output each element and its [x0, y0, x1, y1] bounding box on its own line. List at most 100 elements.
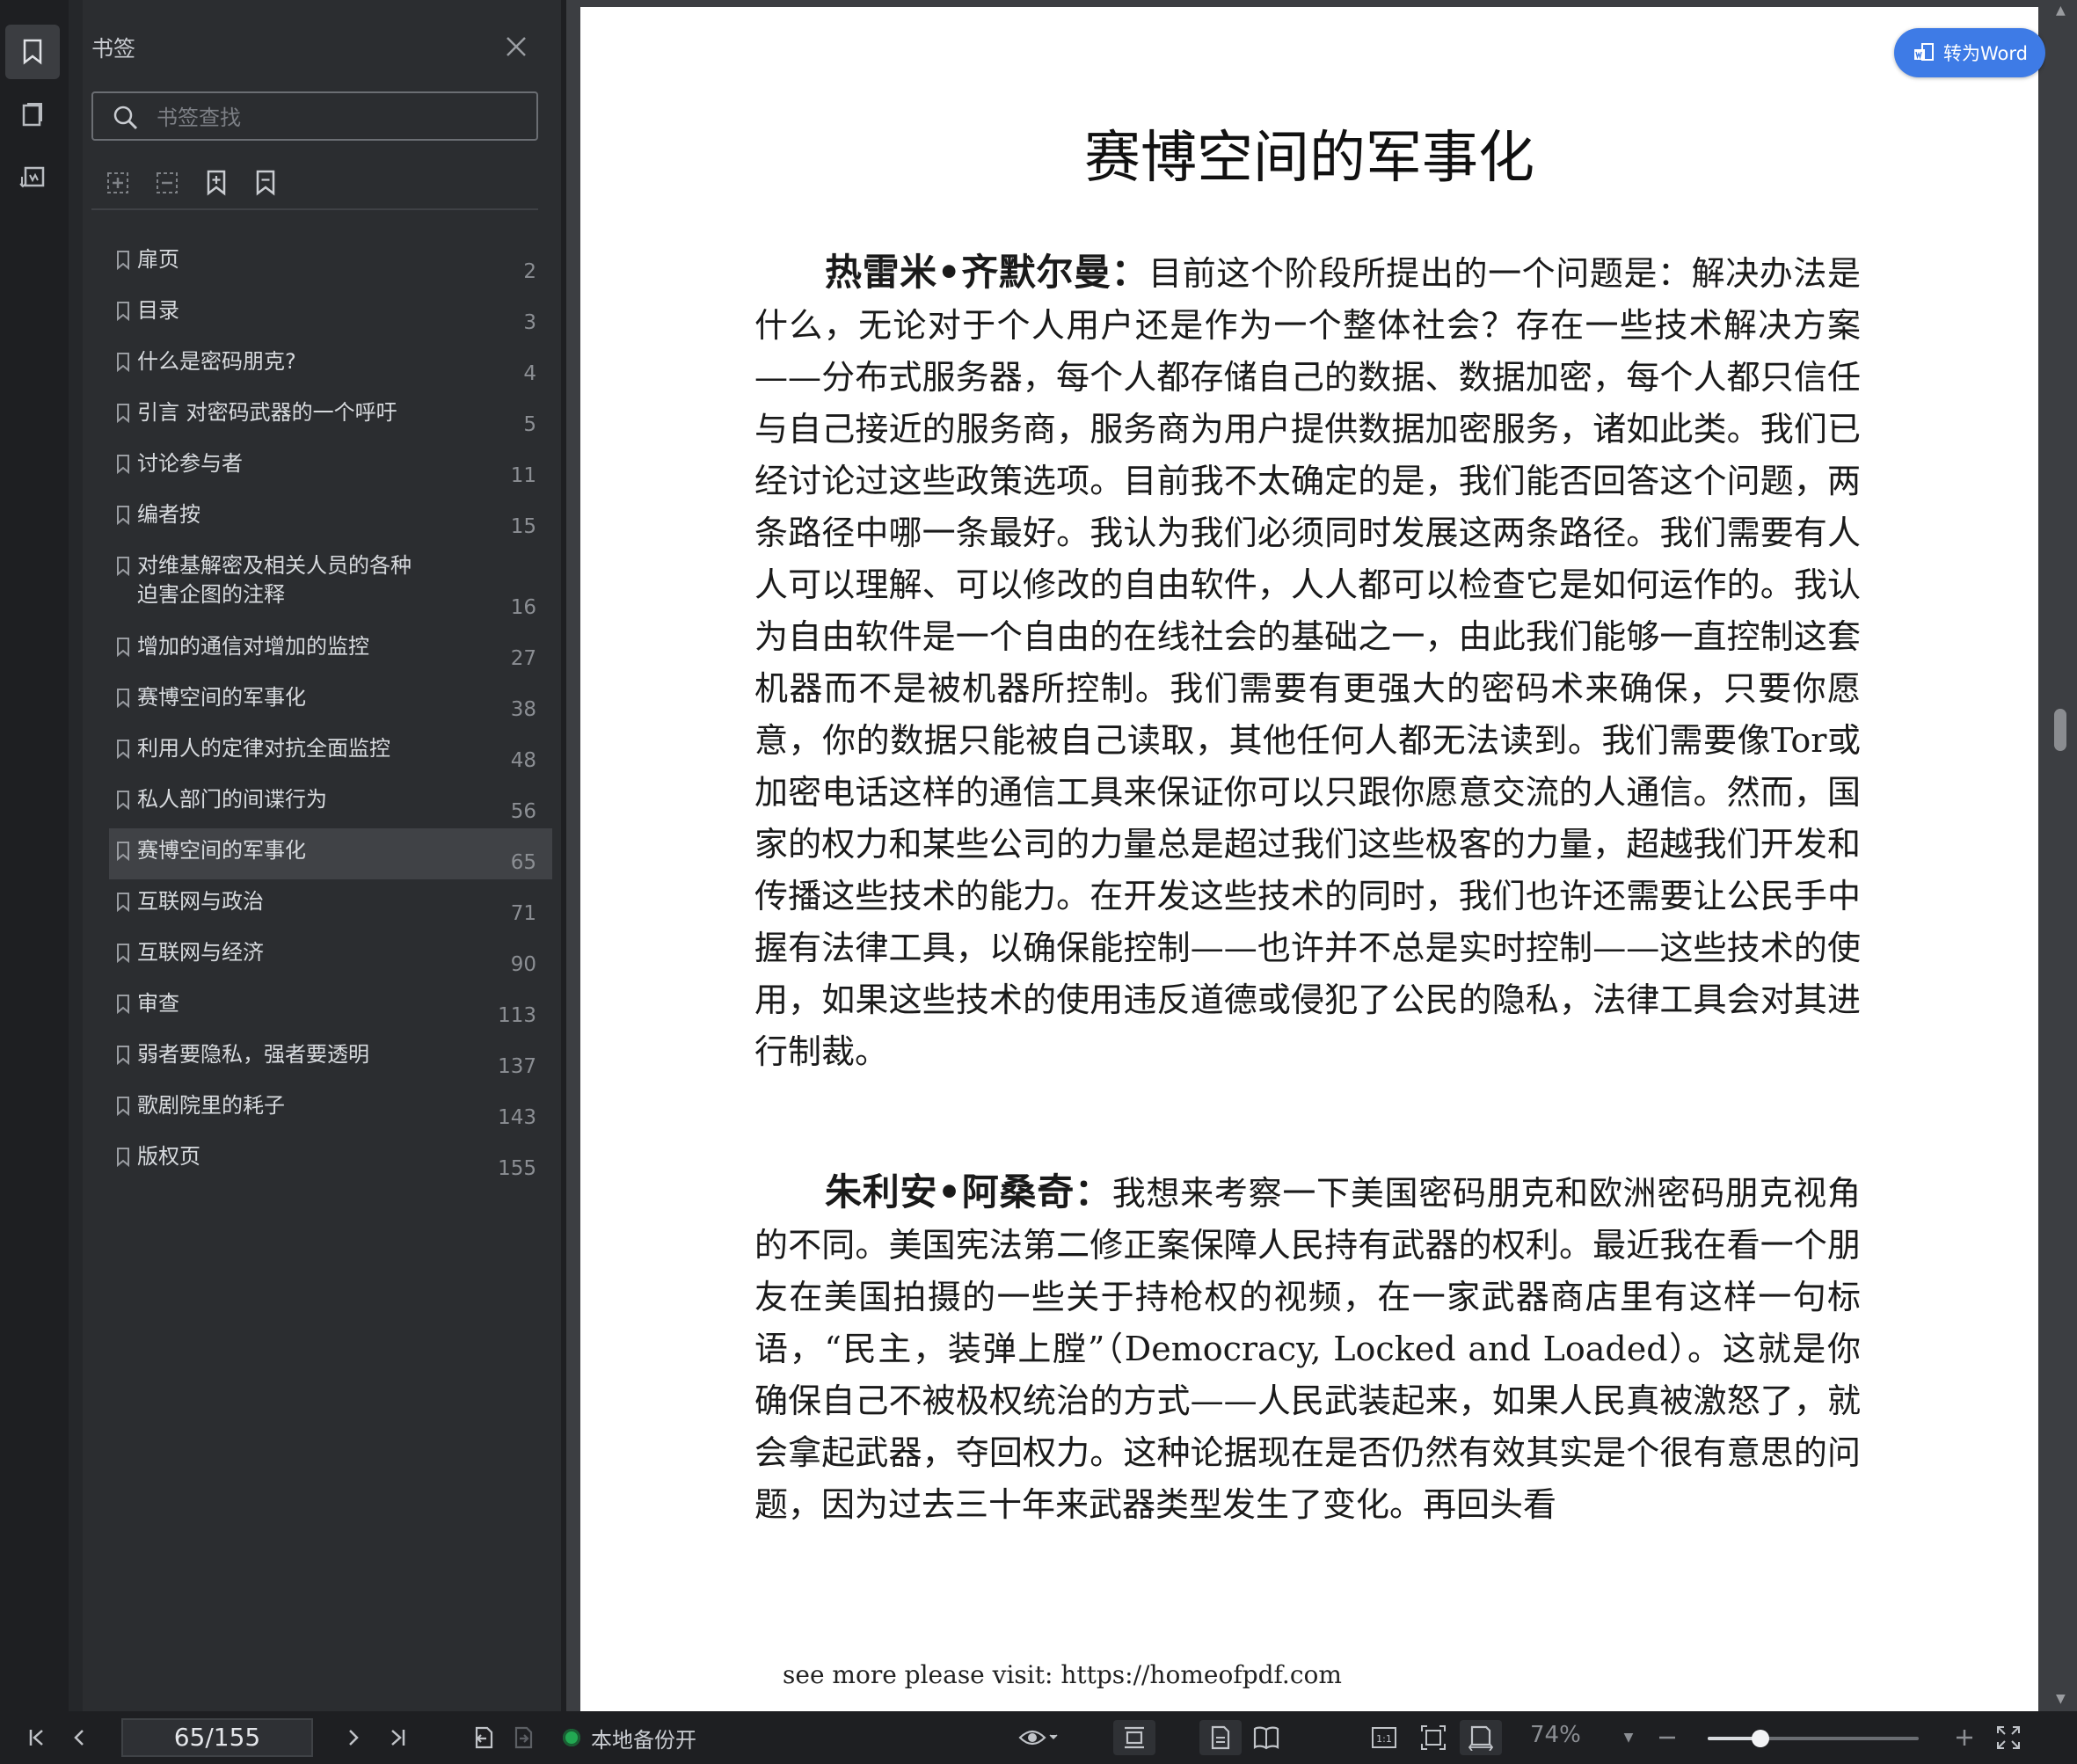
- dual-page-button[interactable]: [1245, 1720, 1287, 1755]
- first-page-icon: [29, 1730, 43, 1746]
- bookmark-page-number: 143: [498, 1106, 536, 1129]
- zoom-out-button[interactable]: [1651, 1720, 1683, 1755]
- bookmark-page-number: 71: [510, 902, 536, 925]
- single-page-icon: [1211, 1725, 1230, 1750]
- paragraph-text: 目前这个阶段所提出的一个问题是：解决办法是什么，无论对于个人用户还是作为一个整体…: [754, 254, 1861, 1071]
- bookmark-item[interactable]: 什么是密码朋克? 4: [109, 339, 552, 390]
- bookmark-icon: [117, 995, 129, 1014]
- fit-page-icon: [1421, 1725, 1446, 1750]
- sidebar-rail: [0, 0, 69, 1711]
- bookmark-label: 互联网与政治: [137, 889, 264, 914]
- add-bookmark-button[interactable]: [200, 167, 232, 199]
- bookmark-label: 目录: [137, 298, 179, 323]
- bookmark-label: 赛博空间的军事化: [137, 685, 306, 710]
- bookmark-item[interactable]: 私人部门的间谍行为 56: [109, 777, 552, 828]
- back-view-button[interactable]: [466, 1720, 498, 1755]
- bookmark-item[interactable]: 版权页 155: [109, 1134, 552, 1185]
- close-panel-button[interactable]: [503, 33, 529, 60]
- bookmark-item[interactable]: 弱者要隐私，强者要透明 137: [109, 1032, 552, 1083]
- bookmark-item[interactable]: 扉页 2: [109, 237, 552, 288]
- scrollbar-thumb[interactable]: [2054, 709, 2066, 751]
- single-page-button[interactable]: [1199, 1720, 1242, 1755]
- bookmark-page-number: 11: [510, 464, 536, 487]
- minus-icon: [1659, 1736, 1675, 1739]
- vertical-scrollbar[interactable]: ▲ ▼: [2045, 0, 2077, 1711]
- bookmark-icon: [117, 740, 129, 759]
- last-page-button[interactable]: [382, 1720, 413, 1755]
- bookmark-page-number: 38: [510, 698, 536, 721]
- bookmark-panel: 书签 扉页 2 目录 3 什么是密码朋克? 4 引言 对密码武器的一个呼吁 5 讨论参与者 11 编…: [83, 0, 561, 1711]
- bookmark-item[interactable]: 利用人的定律对抗全面监控 48: [109, 726, 552, 777]
- bookmark-icon: [117, 302, 129, 321]
- expand-all-button[interactable]: [102, 167, 134, 199]
- bookmark-icon: [23, 39, 42, 65]
- bookmark-item[interactable]: 互联网与政治 71: [109, 879, 552, 930]
- local-backup-status[interactable]: 本地备份开: [563, 1722, 696, 1753]
- forward-view-button[interactable]: [510, 1720, 542, 1755]
- chevron-left-icon: [74, 1730, 84, 1746]
- panel-divider: [91, 208, 538, 210]
- back-view-icon: [475, 1726, 493, 1749]
- next-page-button[interactable]: [338, 1720, 369, 1755]
- bookmark-label: 审查: [137, 991, 179, 1016]
- convert-to-word-label: 转为Word: [1943, 43, 2028, 64]
- remove-bookmark-button[interactable]: [250, 167, 281, 199]
- bookmark-icon: [117, 557, 129, 576]
- bookmark-item[interactable]: 增加的通信对增加的监控 27: [109, 624, 552, 675]
- page-number-input[interactable]: 65/155: [121, 1718, 313, 1757]
- collapse-all-button[interactable]: [151, 167, 183, 199]
- bookmark-label: 赛博空间的军事化: [137, 838, 306, 863]
- speaker-name: 朱利安•阿桑奇：: [825, 1170, 1112, 1214]
- convert-to-word-button[interactable]: 转为Word: [1894, 28, 2045, 77]
- paragraph-1: 热雷米•齐默尔曼：目前这个阶段所提出的一个问题是：解决办法是什么，无论对于个人用…: [754, 246, 1861, 1078]
- fullscreen-button[interactable]: [1993, 1720, 2024, 1755]
- bookmark-item[interactable]: 赛博空间的军事化 38: [109, 675, 552, 726]
- bookmark-icon: [117, 455, 129, 474]
- bookmark-label: 编者按: [137, 502, 200, 527]
- bookmark-label: 利用人的定律对抗全面监控: [137, 736, 390, 761]
- zoom-slider-knob[interactable]: [1752, 1730, 1769, 1747]
- actual-size-button[interactable]: 1:1: [1366, 1720, 1402, 1755]
- previous-page-button[interactable]: [63, 1720, 95, 1755]
- bookmark-search-input[interactable]: [155, 100, 519, 135]
- bookmark-icon: [117, 791, 129, 810]
- zoom-slider[interactable]: [1708, 1730, 1919, 1747]
- bookmark-page-number: 65: [510, 851, 536, 874]
- forward-view-icon: [514, 1726, 533, 1749]
- zoom-level[interactable]: 74%: [1530, 1722, 1581, 1748]
- svg-text:1:1: 1:1: [1376, 1733, 1392, 1745]
- thumbnail-panel-button[interactable]: [5, 88, 60, 142]
- zoom-dropdown[interactable]: ▼: [1618, 1720, 1639, 1755]
- bookmark-item[interactable]: 编者按 15: [109, 492, 552, 543]
- bookmark-item[interactable]: 赛博空间的军事化 65: [109, 828, 552, 879]
- bookmark-label: 弱者要隐私，强者要透明: [137, 1042, 369, 1067]
- collapse-all-icon: [157, 172, 178, 193]
- word-convert-icon: [1914, 43, 1934, 61]
- bookmark-item[interactable]: 歌剧院里的耗子 143: [109, 1083, 552, 1134]
- scroll-up-icon[interactable]: ▲: [2056, 4, 2066, 18]
- bookmark-icon: [117, 842, 129, 861]
- bookmark-item[interactable]: 讨论参与者 11: [109, 441, 552, 492]
- bookmark-panel-button[interactable]: [5, 25, 60, 79]
- fit-width-button[interactable]: [1460, 1720, 1502, 1755]
- annotation-panel-button[interactable]: [5, 151, 60, 206]
- scroll-down-icon[interactable]: ▼: [2056, 1692, 2066, 1706]
- bookmark-page-number: 3: [523, 311, 536, 334]
- bookmark-page-number: 155: [498, 1157, 536, 1180]
- bookmark-item[interactable]: 对维基解密及相关人员的各种 迫害企图的注释 16: [109, 543, 552, 624]
- bookmark-search-box[interactable]: [91, 91, 538, 141]
- bookmark-page-number: 90: [510, 953, 536, 976]
- fit-page-button[interactable]: [1416, 1720, 1451, 1755]
- bookmark-item[interactable]: 目录 3: [109, 288, 552, 339]
- remove-bookmark-icon: [256, 170, 275, 196]
- zoom-in-button[interactable]: [1949, 1720, 1980, 1755]
- first-page-button[interactable]: [21, 1720, 53, 1755]
- expand-all-icon: [107, 172, 128, 193]
- bookmark-item[interactable]: 互联网与经济 90: [109, 930, 552, 981]
- bookmark-item[interactable]: 审查 113: [109, 981, 552, 1032]
- fullscreen-icon: [1997, 1726, 2020, 1749]
- continuous-scroll-button[interactable]: [1113, 1720, 1155, 1755]
- eye-protection-button[interactable]: [1017, 1720, 1060, 1755]
- bookmark-item[interactable]: 引言 对密码武器的一个呼吁 5: [109, 390, 552, 441]
- plus-icon: [1957, 1730, 1972, 1746]
